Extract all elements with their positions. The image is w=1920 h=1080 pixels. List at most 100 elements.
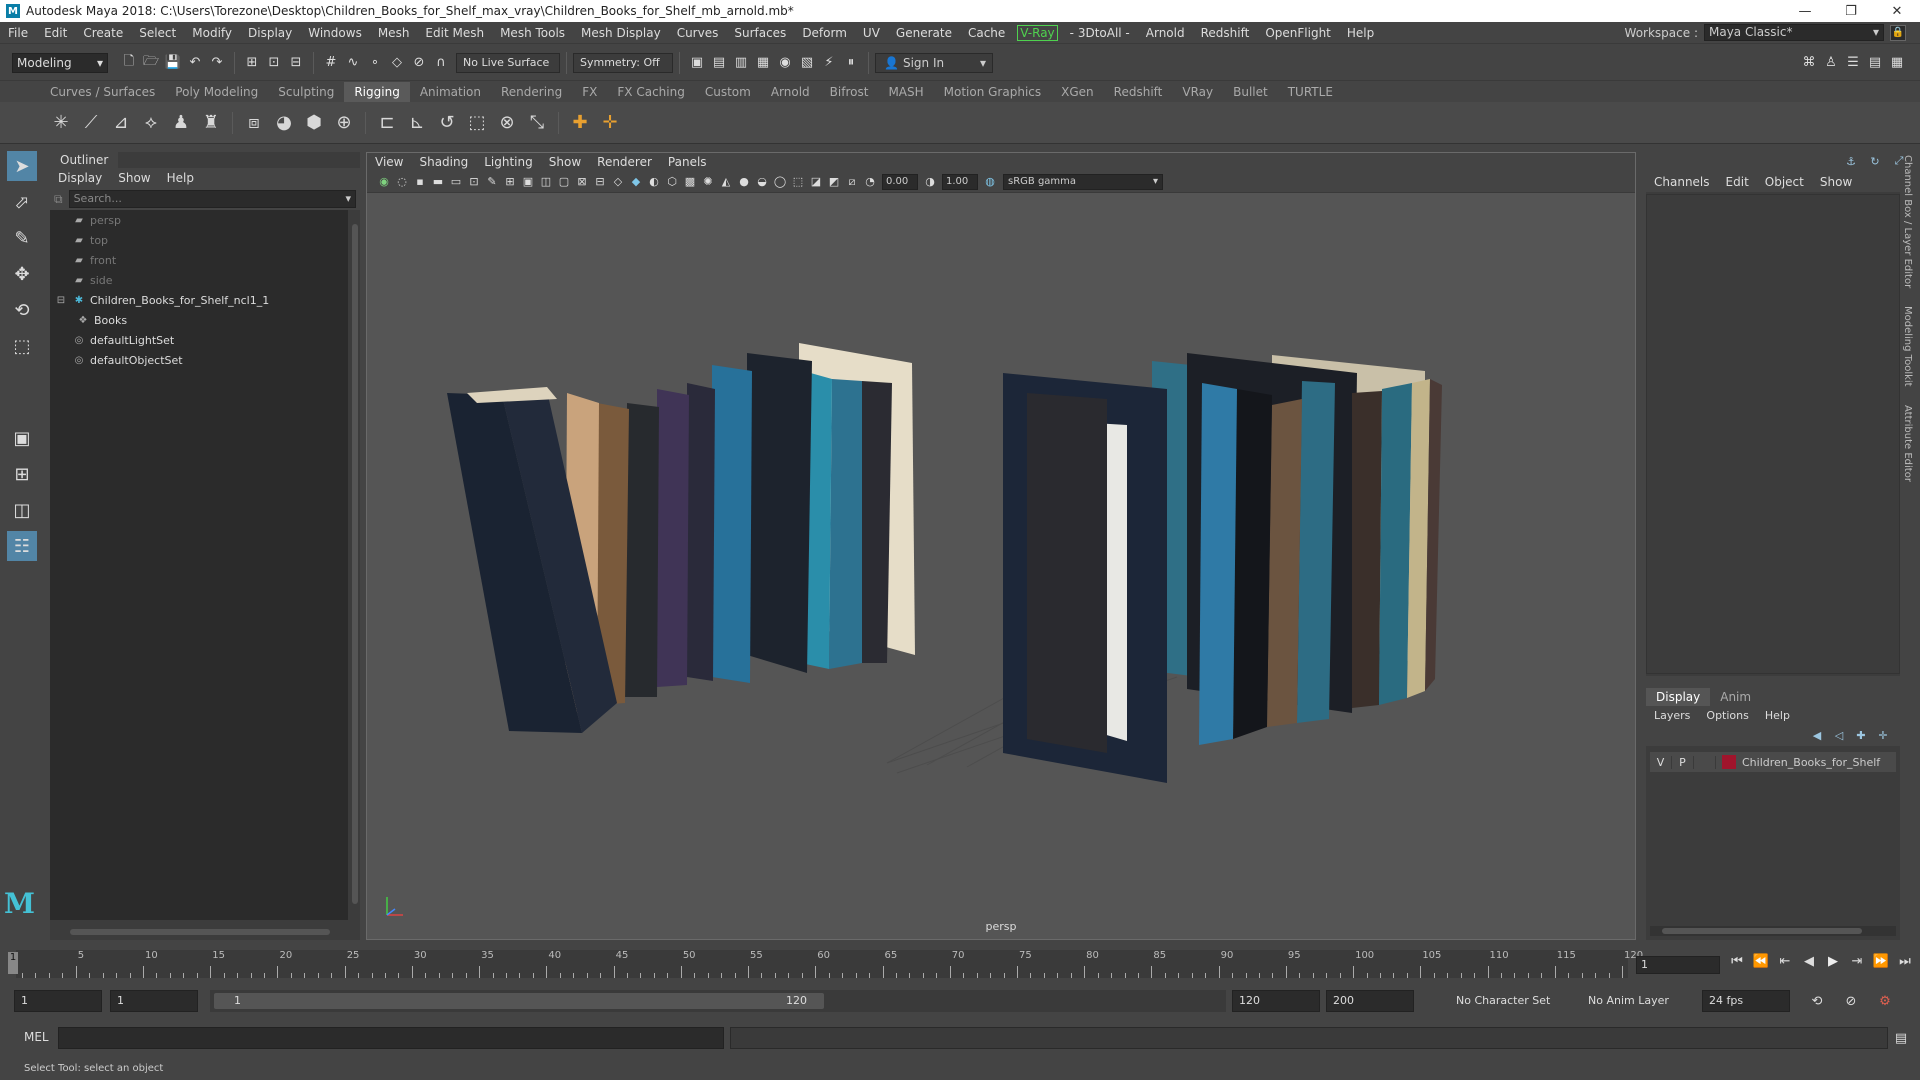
ambient-occlusion-icon[interactable]: ● xyxy=(736,174,752,190)
exposure-field[interactable]: 0.00 xyxy=(882,173,918,190)
shadows-icon[interactable]: ◭ xyxy=(718,174,734,190)
tab-xgen[interactable]: XGen xyxy=(1051,82,1104,102)
menu-edit-mesh[interactable]: Edit Mesh xyxy=(417,26,492,40)
scale-constraint-icon[interactable]: ⬚ xyxy=(464,110,490,136)
scrollbar-thumb[interactable] xyxy=(352,224,358,904)
gamma-field[interactable]: 1.00 xyxy=(942,173,978,190)
tree-item-default-light-set[interactable]: ◎ defaultLightSet xyxy=(50,330,348,350)
gamma-icon[interactable]: ◑ xyxy=(922,174,938,190)
motion-blur-icon[interactable]: ◒ xyxy=(754,174,770,190)
scrollbar-thumb[interactable] xyxy=(70,929,330,935)
step-back-frame-icon[interactable]: ⏪ xyxy=(1752,954,1770,969)
move-layer-down-icon[interactable]: ◁ xyxy=(1830,726,1848,744)
playback-start-field[interactable]: 1 xyxy=(110,990,198,1012)
magnet-icon[interactable]: ∩ xyxy=(432,54,450,72)
menu-help[interactable]: Help xyxy=(1339,26,1382,40)
channel-box-menu-edit[interactable]: Edit xyxy=(1718,175,1757,189)
menu-mesh[interactable]: Mesh xyxy=(370,26,418,40)
range-slider-handle[interactable] xyxy=(214,993,824,1009)
go-to-start-icon[interactable]: ⏮ xyxy=(1728,954,1746,969)
restore-button[interactable]: ❐ xyxy=(1828,0,1874,22)
wireframe-icon[interactable]: ◇ xyxy=(610,174,626,190)
outliner-tab[interactable]: Outliner xyxy=(50,152,119,168)
pause-icon[interactable]: ⏸ xyxy=(842,54,860,72)
tree-item-books[interactable]: ❖ Books xyxy=(50,310,348,330)
default-lighting-icon[interactable]: ◐ xyxy=(646,174,662,190)
point-constraint-icon[interactable]: ⊾ xyxy=(404,110,430,136)
loop-icon[interactable]: ⟲ xyxy=(1808,992,1826,1010)
tab-turtle[interactable]: TURTLE xyxy=(1278,82,1343,102)
new-layer-selected-icon[interactable]: ✛ xyxy=(1874,726,1892,744)
playback-end-field[interactable]: 120 xyxy=(1232,990,1320,1012)
hypershade-icon[interactable]: ◉ xyxy=(776,54,794,72)
locator-curve-icon[interactable]: ✛ xyxy=(597,110,623,136)
layer-menu-layers[interactable]: Layers xyxy=(1646,709,1698,722)
tab-attribute-editor[interactable]: Attribute Editor xyxy=(1902,405,1913,482)
sign-in-dropdown[interactable]: 👤 Sign In xyxy=(875,52,993,73)
animation-start-field[interactable]: 1 xyxy=(14,990,102,1012)
locator-icon[interactable]: ✚ xyxy=(567,110,593,136)
menu-arnold[interactable]: Arnold xyxy=(1138,26,1193,40)
tab-display-layers[interactable]: Display xyxy=(1646,688,1711,706)
single-perspective-layout-icon[interactable]: ▣ xyxy=(7,423,37,453)
select-hierarchy-icon[interactable]: ⊞ xyxy=(243,54,261,72)
film-gate-icon[interactable]: ▣ xyxy=(520,174,536,190)
pole-vector-constraint-icon[interactable]: ⤡ xyxy=(524,110,550,136)
smooth-shade-icon[interactable]: ◆ xyxy=(628,174,644,190)
tab-modeling-toolkit[interactable]: Modeling Toolkit xyxy=(1902,306,1913,387)
tab-bifrost[interactable]: Bifrost xyxy=(820,82,879,102)
filter-icon[interactable]: ⧉ xyxy=(54,192,63,207)
xray-icon[interactable]: ◪ xyxy=(808,174,824,190)
minimize-button[interactable]: — xyxy=(1782,0,1828,22)
rotate-tool-icon[interactable]: ⟲ xyxy=(7,295,37,325)
menu-cache[interactable]: Cache xyxy=(960,26,1013,40)
bind-skin-icon[interactable]: ⧈ xyxy=(241,110,267,136)
snap-grid-icon[interactable]: # xyxy=(322,54,340,72)
layer-playback-toggle[interactable]: P xyxy=(1672,755,1694,769)
script-editor-icon[interactable]: ▤ xyxy=(1892,1029,1910,1047)
outliner-menu-display[interactable]: Display xyxy=(50,171,110,185)
humanik-skeleton-icon[interactable]: ♟ xyxy=(168,110,194,136)
outliner-layout-icon[interactable]: ☷ xyxy=(7,531,37,561)
lock-icon[interactable]: 🔒 xyxy=(1890,24,1906,41)
outliner-search-input[interactable]: Search... xyxy=(68,190,356,208)
orient-constraint-icon[interactable]: ↺ xyxy=(434,110,460,136)
outliner-vertical-scrollbar[interactable] xyxy=(350,210,360,920)
anim-layer-dropdown[interactable]: No Anim Layer xyxy=(1582,992,1692,1010)
move-tool-icon[interactable]: ✥ xyxy=(7,259,37,289)
tab-mash[interactable]: MASH xyxy=(878,82,933,102)
menu-surfaces[interactable]: Surfaces xyxy=(726,26,794,40)
step-forward-frame-icon[interactable]: ⏩ xyxy=(1872,954,1890,969)
tab-arnold[interactable]: Arnold xyxy=(761,82,820,102)
live-surface-field[interactable]: No Live Surface xyxy=(456,52,560,73)
undo-icon[interactable]: ↶ xyxy=(186,54,204,72)
modeling-toolkit-icon[interactable]: ⌘ xyxy=(1800,53,1818,71)
snap-curve-icon[interactable]: ∿ xyxy=(344,54,362,72)
viewport-menu-panels[interactable]: Panels xyxy=(660,155,715,169)
ik-handle-icon[interactable]: ⟋ xyxy=(78,110,104,136)
menu-openflight[interactable]: OpenFlight xyxy=(1257,26,1339,40)
four-view-layout-icon[interactable]: ⊞ xyxy=(7,459,37,489)
play-forwards-icon[interactable]: ▶ xyxy=(1824,954,1842,969)
layer-display-type[interactable] xyxy=(1694,755,1716,769)
layer-menu-help[interactable]: Help xyxy=(1757,709,1798,722)
tab-rendering[interactable]: Rendering xyxy=(491,82,572,102)
animation-end-field[interactable]: 200 xyxy=(1326,990,1414,1012)
menu-mesh-tools[interactable]: Mesh Tools xyxy=(492,26,573,40)
symmetry-field[interactable]: Symmetry: Off xyxy=(573,52,673,73)
textured-icon[interactable]: ▩ xyxy=(682,174,698,190)
time-slider-track[interactable]: 5 10 15 20 25 30 35 40 45 50 55 60 65 70 75 80 85 90 95 100… xyxy=(16,950,1643,978)
new-scene-icon[interactable]: 🗋 xyxy=(120,54,138,72)
tool-settings-icon[interactable]: ▤ xyxy=(1866,53,1884,71)
tab-channel-box-layer-editor[interactable]: Channel Box / Layer Editor xyxy=(1902,155,1913,288)
tree-item-top[interactable]: ▰ top xyxy=(50,230,348,250)
menu-curves[interactable]: Curves xyxy=(669,26,727,40)
arnold-render-icon[interactable]: ⚡ xyxy=(820,54,838,72)
two-d-pan-icon[interactable]: ⊡ xyxy=(466,174,482,190)
auto-key-icon[interactable]: ⊘ xyxy=(1842,992,1860,1010)
exposure-icon[interactable]: ◔ xyxy=(862,174,878,190)
outliner-menu-help[interactable]: Help xyxy=(159,171,202,185)
current-frame-field[interactable]: 1 xyxy=(1636,956,1720,974)
backface-culling-icon[interactable]: ⧄ xyxy=(844,174,860,190)
tab-anim-layers[interactable]: Anim xyxy=(1710,690,1761,704)
